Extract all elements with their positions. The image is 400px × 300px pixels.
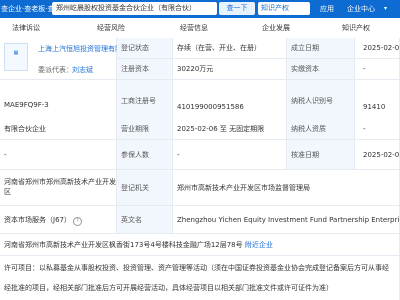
label-authority: 登记机关 (117, 170, 173, 206)
label-english: 英文名 (117, 206, 173, 234)
value-english-name: Zhengzhou Yichen Equity Investment Fund … (173, 206, 400, 234)
address-text: 河南省郑州市高新技术产业开发区枫香街173号4号楼科技金融广场12层78号 (4, 241, 243, 249)
rep-name-link[interactable]: 刘志斌 (72, 65, 93, 75)
ip-button-label: 知识产权 (261, 4, 289, 12)
label-reg-no: 工商注册号 (121, 97, 156, 105)
value-capital: 30220万元 (173, 59, 287, 80)
tab-business[interactable]: 经营信息 (180, 18, 208, 38)
top-link-apps[interactable]: 应用 (320, 0, 334, 18)
scope-line-1: 许可项目：以私募基金从事股权投资、投资管理、资产管理等活动（须在中国证券投资基金… (4, 264, 389, 272)
value-established: 2025-02-06 (355, 38, 400, 59)
scope-line-2: 经批准的项目，经相关部门批准后方可开展经营活动，具体经营项目以相关部门批准文件或… (4, 284, 333, 292)
value-tax-id: 91410 (363, 103, 386, 111)
logo-placeholder-icon: ▦ (13, 50, 19, 56)
value-industry: 资本市场服务（J67）? (0, 206, 117, 234)
industry-text: 资本市场服务（J67） (4, 216, 71, 224)
tab-ip[interactable]: 知识产权 (342, 18, 370, 38)
value-term: 2025-02-06 至 无固定期限 (173, 118, 287, 140)
nearby-link[interactable]: 附近企业 (245, 241, 273, 249)
value-company-type: 有限合伙企业 (0, 118, 117, 140)
value-tax-qual: - (355, 118, 400, 140)
label-insured: 参保人数 (117, 140, 173, 170)
tab-risk[interactable]: 经营风险 (97, 18, 125, 38)
company-logo: ▦ (4, 43, 28, 71)
value-paid-capital: - (355, 59, 400, 80)
rep-tag: 委派代表： (38, 66, 73, 74)
label-paid-capital: 实缴资本 (287, 59, 355, 80)
search-input[interactable]: 郑州屹晨股权投资基金合伙企业（有限合伙） (52, 2, 217, 15)
help-icon[interactable]: ? (72, 217, 82, 226)
ip-button[interactable]: 知识产权 (258, 2, 310, 15)
label-tax-id: 纳税人识别号 (291, 97, 333, 105)
label-tax-qual: 纳税人资质 (287, 118, 355, 140)
label-term: 营业期限 (117, 118, 173, 140)
value-status: 存续（在营、开业、在册） (173, 38, 287, 59)
tab-development[interactable]: 企业发展 (262, 18, 290, 38)
tab-bar: 法律诉讼 经营风险 经营信息 企业发展 知识产权 (0, 18, 400, 39)
top-link-enterprise-center[interactable]: 企业中心 (347, 0, 375, 18)
value-reg-no: 410199000951586 (177, 103, 244, 111)
value-authority: 郑州市高新技术产业开发区市场监督管理局 (173, 170, 400, 206)
value-region: 河南省郑州市郑州高新技术产业开发区 (0, 170, 117, 206)
label-approved: 核准日期 (287, 140, 355, 170)
label-capital: 注册资本 (117, 59, 173, 80)
search-button[interactable]: 查一下 (219, 2, 255, 15)
value-insured: - (173, 140, 287, 170)
label-established: 成立日期 (287, 38, 355, 59)
value-staff-size: - (0, 140, 117, 170)
value-approved: 2025-02-06 (355, 140, 400, 170)
tab-legal[interactable]: 法律诉讼 (12, 18, 40, 38)
chevron-down-icon[interactable]: ▾ (384, 0, 387, 18)
label-status: 登记状态 (117, 38, 173, 59)
scope-row: 许可项目：以私募基金从事股权投资、投资管理、资产管理等活动（须在中国证券投资基金… (0, 256, 400, 300)
top-bar: 查企业·查老板·查风险 郑州屹晨股权投资基金合伙企业（有限合伙） 查一下 知识产… (0, 0, 400, 18)
address-row: 河南省郑州市高新技术产业开发区枫香街173号4号楼科技金融广场12层78号 附近… (0, 234, 400, 256)
